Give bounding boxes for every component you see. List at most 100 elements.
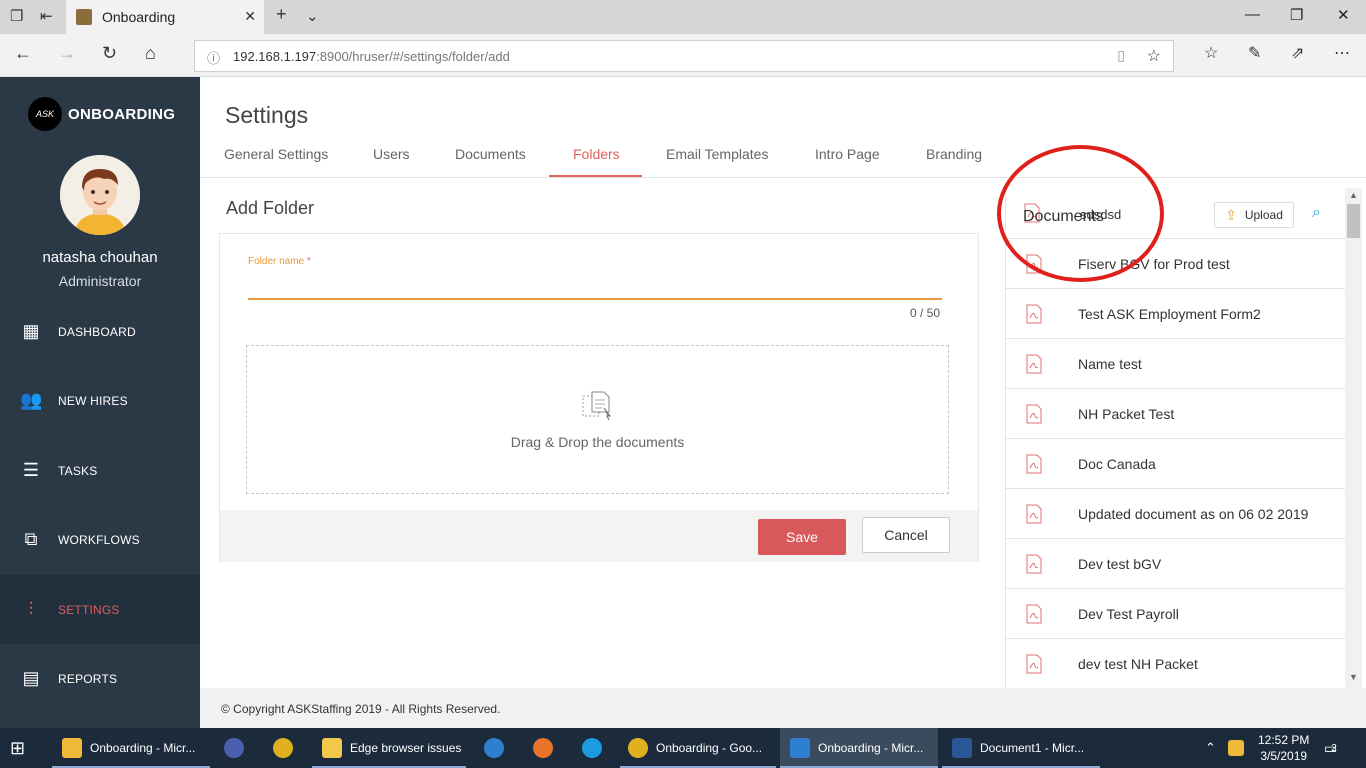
search-icon[interactable]: ⌕ [1312, 204, 1321, 222]
close-tab-icon[interactable]: ✕ [244, 8, 256, 25]
document-dropzone[interactable]: Drag & Drop the documents [246, 345, 949, 494]
dashboard-icon: ▦ [22, 321, 40, 341]
sidebar-item-tasks[interactable]: ☰ TASKS [0, 436, 200, 505]
tasks-icon: ☰ [22, 460, 40, 480]
notification-count: 2 [1331, 742, 1337, 754]
sidebar-item-workflows[interactable]: ⧉ WORKFLOWS [0, 505, 200, 574]
close-window-icon[interactable]: ✕ [1337, 6, 1350, 24]
folder-name-label: Folder name * [248, 256, 311, 267]
system-clock[interactable]: 12:52 PM 3/5/2019 [1258, 732, 1309, 764]
sidebar-item-settings[interactable]: ⫶ SETTINGS [0, 575, 200, 644]
document-row[interactable]: Dev Test Payroll [1006, 589, 1345, 639]
back-tabs-icon[interactable]: ⇤ [40, 7, 53, 25]
taskbar-item-outlook[interactable]: Onboarding - Micr... [52, 728, 210, 768]
more-icon[interactable]: ⋯ [1334, 43, 1350, 63]
document-row[interactable]: Doc Canada [1006, 439, 1345, 489]
pen-icon[interactable]: ✎ [1248, 43, 1261, 63]
document-row[interactable]: Name test [1006, 339, 1345, 389]
edge-icon [790, 738, 810, 758]
upload-icon: ⇪ [1225, 206, 1237, 223]
upload-label: Upload [1244, 208, 1283, 222]
page-footer: © Copyright ASKStaffing 2019 - All Right… [200, 688, 1366, 728]
taskbar-item-edge-onboarding[interactable]: Onboarding - Micr... [780, 728, 938, 768]
document-row[interactable]: Test ASK Employment Form2 [1006, 289, 1345, 339]
taskbar-item-ie[interactable] [484, 728, 512, 768]
tab-branding[interactable]: Branding [926, 146, 982, 162]
site-info-icon[interactable]: ⓘ [207, 48, 220, 67]
cancel-button[interactable]: Cancel [862, 517, 950, 553]
document-row[interactable]: dev test NH Packet [1006, 639, 1345, 688]
ie-icon [484, 738, 504, 758]
tab-actions-icon[interactable]: ❐ [10, 7, 23, 25]
tab-email-templates[interactable]: Email Templates [666, 146, 768, 162]
document-row[interactable]: Dev test bGV [1006, 539, 1345, 589]
tray-app-icon[interactable] [1228, 728, 1252, 768]
taskbar-item-chrome-onboarding[interactable]: Onboarding - Goo... [620, 728, 776, 768]
favorite-star-icon[interactable]: ☆ [1147, 46, 1161, 66]
tab-intro-page[interactable]: Intro Page [815, 146, 880, 162]
save-button[interactable]: Save [758, 519, 846, 555]
clock-time: 12:52 PM [1258, 733, 1310, 747]
document-row[interactable]: NH Packet Test [1006, 389, 1345, 439]
taskbar-item-app-2[interactable] [224, 728, 252, 768]
sidebar-item-label: REPORTS [58, 671, 118, 686]
pdf-icon [1026, 604, 1042, 623]
browser-tab[interactable]: Onboarding ✕ [66, 0, 264, 34]
logo-text: ONBOARDING [68, 105, 176, 123]
chrome-icon [628, 738, 648, 758]
avatar-illustration [60, 155, 140, 235]
page-title: Settings [225, 102, 309, 128]
upload-button[interactable]: ⇪ Upload [1214, 202, 1294, 228]
minimize-icon[interactable]: — [1245, 6, 1260, 23]
tab-documents[interactable]: Documents [455, 146, 526, 162]
sidebar-item-new-hires[interactable]: 👥 NEW HIRES [0, 366, 200, 435]
taskbar-label: Onboarding - Micr... [90, 741, 196, 755]
people-icon: 👥 [20, 390, 43, 410]
taskbar-item-explorer[interactable]: Edge browser issues [312, 728, 466, 768]
tray-chevron-icon[interactable]: ⌃ [1205, 728, 1216, 768]
browser-nav-bar: ← → ↻ ⌂ ⓘ 192.168.1.197:8900/hruser/#/se… [0, 34, 1366, 77]
forward-icon[interactable]: → [58, 43, 76, 64]
document-row[interactable]: Updated document as on 06 02 2019 [1006, 489, 1345, 539]
sidebar-item-dashboard[interactable]: ▦ DASHBOARD [0, 297, 200, 366]
app-logo[interactable]: ASK ONBOARDING [28, 97, 175, 131]
avatar[interactable] [60, 155, 140, 235]
taskbar-item-word[interactable]: Document1 - Micr... [942, 728, 1100, 768]
folder-icon [322, 738, 342, 758]
sidebar-item-reports[interactable]: ▤ REPORTS [0, 644, 200, 713]
firefox-icon [533, 738, 553, 758]
required-mark: * [306, 256, 311, 267]
scroll-up-icon[interactable]: ▲ [1349, 190, 1358, 200]
reading-view-icon[interactable]: ▯ [1117, 47, 1125, 64]
tab-folders[interactable]: Folders [573, 146, 620, 162]
user-role: Administrator [58, 273, 142, 289]
share-icon[interactable]: ⇗ [1291, 43, 1304, 63]
tab-general-settings[interactable]: General Settings [224, 146, 328, 162]
notifications-icon[interactable]: ▭ 2 [1324, 728, 1337, 768]
scroll-thumb[interactable] [1347, 204, 1360, 238]
tab-users[interactable]: Users [373, 146, 410, 162]
logo-mark: ASK [28, 97, 62, 131]
scroll-down-icon[interactable]: ▼ [1349, 672, 1358, 682]
new-tab-icon[interactable]: + [276, 4, 287, 25]
back-icon[interactable]: ← [14, 43, 32, 64]
sidebar-item-label: SETTINGS [58, 602, 120, 617]
workflow-icon: ⧉ [24, 529, 38, 549]
documents-scrollbar[interactable]: ▲ ▼ [1345, 188, 1362, 688]
taskbar-item-firefox[interactable] [533, 728, 561, 768]
folder-name-input[interactable] [248, 274, 942, 300]
address-bar[interactable]: ⓘ 192.168.1.197:8900/hruser/#/settings/f… [194, 40, 1174, 72]
clock-date: 3/5/2019 [1260, 749, 1308, 763]
taskbar-item-skype[interactable] [582, 728, 610, 768]
start-button[interactable]: ⊞ [10, 728, 25, 768]
taskbar-item-chrome[interactable] [273, 728, 301, 768]
chevron-down-icon[interactable]: ⌄ [306, 7, 319, 25]
refresh-icon[interactable]: ↻ [102, 43, 117, 64]
home-icon[interactable]: ⌂ [145, 43, 156, 64]
restore-icon[interactable]: ❐ [1290, 6, 1303, 24]
user-name: natasha chouhan [42, 249, 158, 266]
favorites-hub-icon[interactable]: ☆ [1204, 43, 1218, 63]
document-name: Doc Canada [1078, 455, 1156, 472]
dropzone-text: Drag & Drop the documents [510, 434, 685, 450]
copyright-text: © Copyright ASKStaffing 2019 - All Right… [221, 702, 501, 716]
